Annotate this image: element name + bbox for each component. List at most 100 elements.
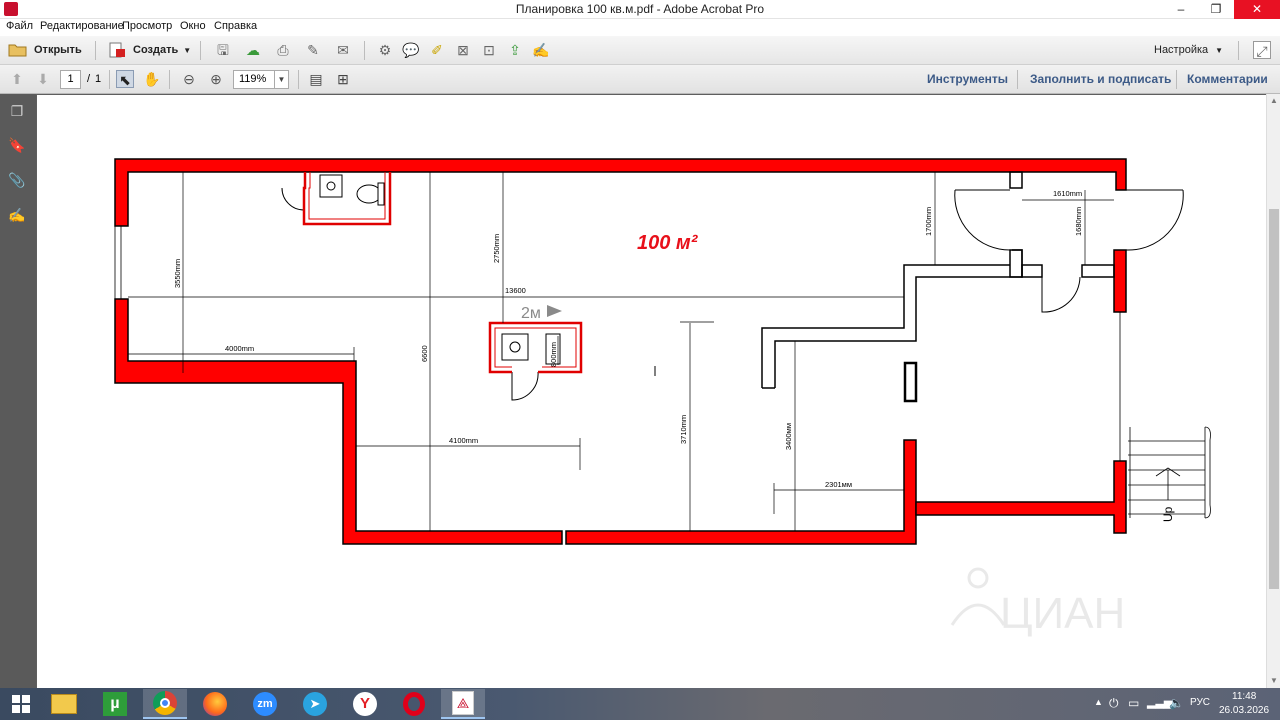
watermark-text: ЦИАН bbox=[1000, 589, 1125, 638]
menu-bar: Файл Редактирование Просмотр Окно Справк… bbox=[0, 19, 1280, 36]
print-icon[interactable]: ⎙ bbox=[274, 41, 292, 59]
separator bbox=[95, 41, 96, 60]
main-toolbar: Открыть Создать ▼ 🖫 ☁ ⎙ ✎ ✉ ⚙ 💬 ✐ ⊠ ⊡ ⇪ … bbox=[0, 36, 1280, 65]
create-label: Создать bbox=[133, 44, 179, 56]
sign-icon[interactable]: ✍ bbox=[532, 41, 550, 59]
menu-edit[interactable]: Редактирование bbox=[40, 20, 124, 32]
fit-page-icon[interactable]: ▤ bbox=[307, 70, 325, 88]
acrobat-icon: ⟁ bbox=[452, 691, 474, 715]
pdf-page: Up 13600 4000mm 3550mm 6600 2750mm 4100m… bbox=[37, 95, 1266, 688]
page-number-input[interactable]: 1 bbox=[60, 70, 81, 89]
power-icon[interactable]: ⏻ bbox=[1109, 696, 1119, 711]
create-pdf-icon bbox=[109, 42, 125, 58]
select-tool-icon[interactable]: ⬉ bbox=[116, 70, 134, 88]
zoom-out-icon[interactable]: ⊖ bbox=[180, 70, 198, 88]
page-total: 1 bbox=[95, 73, 102, 85]
vertical-scrollbar[interactable]: ▲ ▼ bbox=[1266, 94, 1280, 688]
attachment-icon[interactable]: 📎 bbox=[8, 171, 26, 189]
menu-view[interactable]: Просмотр bbox=[122, 20, 172, 32]
volume-icon[interactable]: 🔈 bbox=[1169, 696, 1184, 710]
taskbar-firefox[interactable] bbox=[193, 689, 237, 719]
separator bbox=[1176, 70, 1177, 89]
clock-date[interactable]: 26.03.2026 bbox=[1219, 705, 1269, 716]
taskbar-acrobat[interactable]: ⟁ bbox=[441, 689, 485, 719]
scroll-up-icon[interactable]: ▲ bbox=[1267, 96, 1280, 105]
hand-tool-icon[interactable]: ✋ bbox=[143, 70, 161, 88]
taskbar-opera[interactable] bbox=[392, 689, 436, 719]
edit-icon[interactable]: ✎ bbox=[304, 41, 322, 59]
separator bbox=[1238, 41, 1239, 60]
fill-sign-panel-link[interactable]: Заполнить и подписать bbox=[1030, 72, 1171, 86]
folder-icon bbox=[8, 44, 27, 57]
interior-walls bbox=[114, 171, 1184, 474]
export-icon[interactable]: ⇪ bbox=[506, 41, 524, 59]
prev-page-icon[interactable]: ⬆ bbox=[8, 70, 26, 88]
tools-panel-link[interactable]: Инструменты bbox=[927, 72, 1008, 86]
zoom-in-icon[interactable]: ⊕ bbox=[207, 70, 225, 88]
taskbar-explorer[interactable] bbox=[42, 689, 86, 719]
comment-icon[interactable]: 💬 bbox=[402, 41, 420, 59]
start-button[interactable] bbox=[0, 689, 42, 719]
menu-file[interactable]: Файл bbox=[6, 20, 33, 32]
close-button[interactable]: ✕ bbox=[1234, 0, 1280, 19]
dim-13600: 13600 bbox=[505, 286, 526, 295]
fullscreen-icon[interactable]: ⤢ bbox=[1253, 41, 1271, 59]
scroll-down-icon[interactable]: ▼ bbox=[1267, 676, 1280, 685]
dimension-lines bbox=[128, 172, 1114, 531]
scale-label: 2м bbox=[521, 305, 541, 322]
dim-4000: 4000mm bbox=[225, 344, 254, 353]
dim-4100: 4100mm bbox=[449, 436, 478, 445]
stair-label: Up bbox=[1161, 506, 1175, 522]
taskbar-yandex[interactable]: Y bbox=[343, 689, 387, 719]
wall-top bbox=[114, 158, 1127, 227]
staircase bbox=[1128, 426, 1211, 519]
utorrent-icon: µ bbox=[103, 692, 127, 716]
mail-icon[interactable]: ✉ bbox=[334, 41, 352, 59]
dim-3400: 3400мм bbox=[784, 423, 793, 450]
fit-width-icon[interactable]: ⊞ bbox=[334, 70, 352, 88]
wall-right-lower bbox=[915, 460, 1127, 534]
minimize-button[interactable]: – bbox=[1164, 0, 1198, 19]
document-area: Up 13600 4000mm 3550mm 6600 2750mm 4100m… bbox=[36, 94, 1266, 688]
page-thumbnails-icon[interactable]: ❐ bbox=[8, 102, 26, 120]
navigation-panel: ❐ 🔖 📎 ✍ bbox=[0, 94, 36, 688]
menu-help[interactable]: Справка bbox=[214, 20, 257, 32]
create-button[interactable]: Создать ▼ bbox=[107, 42, 191, 58]
taskbar-zoom[interactable]: zm bbox=[243, 689, 287, 719]
highlight-icon[interactable]: ✐ bbox=[428, 41, 446, 59]
title-bar: Планировка 100 кв.м.pdf - Adobe Acrobat … bbox=[0, 0, 1280, 19]
comments-panel-link[interactable]: Комментарии bbox=[1187, 72, 1268, 86]
wc-middle bbox=[488, 321, 583, 374]
bookmark-icon[interactable]: 🔖 bbox=[8, 136, 26, 154]
opera-icon bbox=[403, 692, 425, 716]
walls bbox=[114, 158, 1127, 545]
wall-bottom-right bbox=[565, 439, 917, 545]
compare-icon[interactable]: ⊡ bbox=[480, 41, 498, 59]
signature-icon[interactable]: ✍ bbox=[8, 206, 26, 224]
display-icon[interactable]: ▭ bbox=[1128, 696, 1139, 710]
open-button[interactable]: Открыть bbox=[8, 42, 82, 58]
dim-3710: 3710mm bbox=[679, 415, 688, 444]
telegram-icon: ➤ bbox=[303, 692, 327, 716]
tray-chevron-up-icon[interactable]: ▲ bbox=[1094, 697, 1103, 707]
taskbar: µ zm ➤ Y ⟁ ▲ ⏻ ▭ ▂▃▅ 🔈 РУС 11:48 26.03.2… bbox=[0, 688, 1280, 720]
taskbar-telegram[interactable]: ➤ bbox=[293, 689, 337, 719]
save-icon[interactable]: 🖫 bbox=[214, 41, 232, 59]
restore-button[interactable]: ❐ bbox=[1199, 0, 1233, 19]
separator bbox=[364, 41, 365, 60]
stamp-icon[interactable]: ⊠ bbox=[454, 41, 472, 59]
cloud-upload-icon[interactable]: ☁ bbox=[244, 41, 262, 59]
wc-top bbox=[302, 172, 392, 226]
menu-window[interactable]: Окно bbox=[180, 20, 206, 32]
gear-icon[interactable]: ⚙ bbox=[376, 41, 394, 59]
customize-button[interactable]: Настройка ▼ bbox=[1154, 44, 1223, 56]
taskbar-utorrent[interactable]: µ bbox=[93, 689, 137, 719]
scrollbar-thumb[interactable] bbox=[1269, 209, 1279, 589]
chevron-down-icon[interactable]: ▼ bbox=[274, 71, 288, 88]
next-page-icon[interactable]: ⬇ bbox=[34, 70, 52, 88]
taskbar-chrome[interactable] bbox=[143, 689, 187, 719]
language-indicator[interactable]: РУС bbox=[1190, 697, 1210, 708]
clock-time[interactable]: 11:48 bbox=[1232, 691, 1256, 702]
zoom-input[interactable]: 119% ▼ bbox=[233, 70, 289, 89]
chevron-down-icon: ▼ bbox=[1215, 45, 1224, 55]
